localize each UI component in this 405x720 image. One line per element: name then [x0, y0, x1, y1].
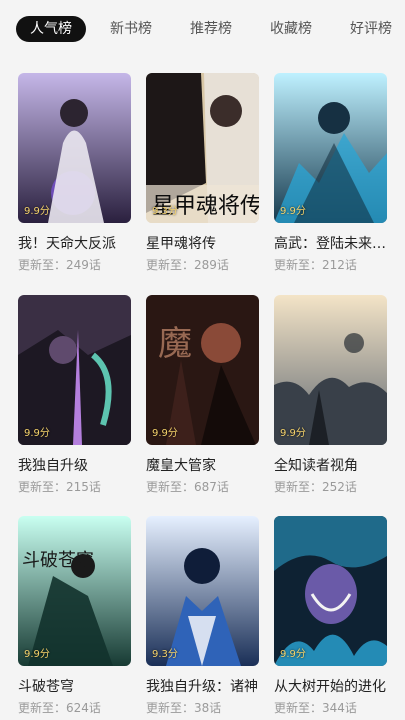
cover-title: 斗破苍穹: [22, 550, 94, 571]
book-title: 魔皇大管家: [146, 458, 216, 474]
book-cover[interactable]: 魔 9.9分: [146, 295, 259, 445]
rating-label: 9.9分: [280, 649, 306, 660]
book-title: 全知读者视角: [274, 458, 358, 474]
rating-label: 9.9分: [24, 649, 50, 660]
book-title: 从大树开始的进化: [274, 679, 386, 695]
update-status: 更新至：212话: [274, 258, 357, 272]
book-cover[interactable]: 9.9分: [18, 73, 131, 223]
rating-label: 9.9分: [280, 428, 306, 439]
book-card[interactable]: 星甲魂将传 9.3分 星甲魂将传 更新至：289话: [146, 73, 259, 272]
book-card[interactable]: 魔 9.9分 魔皇大管家 更新至：687话: [146, 295, 259, 494]
update-status: 更新至：687话: [146, 480, 229, 494]
update-status: 更新至：38话: [146, 701, 222, 715]
book-cover[interactable]: 9.3分: [146, 516, 259, 666]
book-title: 斗破苍穹: [18, 679, 74, 695]
update-status: 更新至：624话: [18, 701, 101, 715]
cover-art: 斗破苍穹: [18, 516, 131, 666]
cover-art: [18, 73, 131, 223]
book-cover[interactable]: 9.9分: [274, 295, 387, 445]
update-status: 更新至：252话: [274, 480, 357, 494]
rating-label: 9.9分: [152, 428, 178, 439]
ranking-tabs: 人气榜 新书榜 推荐榜 收藏榜 好评榜: [0, 0, 405, 58]
tab-top-rated[interactable]: 好评榜: [340, 16, 402, 42]
tab-popularity[interactable]: 人气榜: [16, 16, 86, 42]
book-card[interactable]: 9.9分 全知读者视角 更新至：252话: [274, 295, 387, 494]
update-status: 更新至：344话: [274, 701, 357, 715]
cover-art: [146, 516, 259, 666]
book-cover[interactable]: 9.9分: [18, 295, 131, 445]
book-card[interactable]: 9.9分 我独自升级 更新至：215话: [18, 295, 131, 494]
book-card[interactable]: 9.9分 我！天命大反派 更新至：249话: [18, 73, 131, 272]
book-title: 我！天命大反派: [18, 236, 116, 252]
book-title: 我独自升级: [18, 458, 88, 474]
update-status: 更新至：289话: [146, 258, 229, 272]
cover-art: 魔: [146, 295, 259, 445]
book-card[interactable]: 9.9分 高武：登陆未来一万年 更新至：212话: [274, 73, 387, 272]
cover-art: [274, 516, 387, 666]
update-status: 更新至：249话: [18, 258, 101, 272]
book-title: 我独自升级：诸神: [146, 679, 258, 695]
tab-favorites[interactable]: 收藏榜: [260, 16, 322, 42]
rating-label: 9.9分: [24, 206, 50, 217]
cover-art: [274, 295, 387, 445]
book-card[interactable]: 斗破苍穹 9.9分 斗破苍穹 更新至：624话: [18, 516, 131, 715]
cover-title: 魔: [158, 324, 192, 364]
book-cover[interactable]: 9.9分: [274, 516, 387, 666]
book-card[interactable]: 9.3分 我独自升级：诸神 更新至：38话: [146, 516, 259, 715]
rating-label: 9.9分: [280, 206, 306, 217]
book-title: 星甲魂将传: [146, 236, 216, 252]
book-title: 高武：登陆未来一万年: [274, 236, 387, 252]
tab-new-books[interactable]: 新书榜: [100, 16, 162, 42]
rating-label: 9.3分: [152, 649, 178, 660]
update-status: 更新至：215话: [18, 480, 101, 494]
cover-art: [274, 73, 387, 223]
book-cover[interactable]: 斗破苍穹 9.9分: [18, 516, 131, 666]
cover-art: [18, 295, 131, 445]
rating-label: 9.3分: [152, 206, 178, 217]
book-cover[interactable]: 星甲魂将传 9.3分: [146, 73, 259, 223]
tab-recommended[interactable]: 推荐榜: [180, 16, 242, 42]
cover-art: 星甲魂将传: [146, 73, 259, 223]
book-cover[interactable]: 9.9分: [274, 73, 387, 223]
book-card[interactable]: 9.9分 从大树开始的进化 更新至：344话: [274, 516, 387, 715]
rating-label: 9.9分: [24, 428, 50, 439]
